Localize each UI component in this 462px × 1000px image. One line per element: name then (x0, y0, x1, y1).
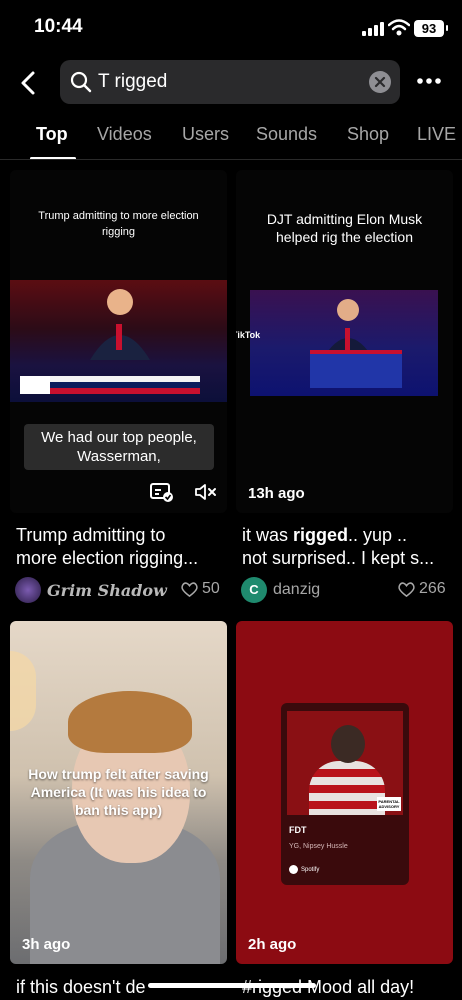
thumbnail-overlay-text: How trump felt after saving America (It … (28, 766, 209, 818)
speaker-at-podium-image (310, 299, 402, 388)
song-artists: YG, Nipsey Hussle (289, 843, 348, 850)
spotify-badge: Spotify (289, 865, 319, 874)
post-age: 13h ago (248, 485, 305, 502)
tiktok-watermark: TikTok (236, 330, 261, 340)
search-header (0, 58, 462, 108)
likes: 266 (397, 580, 446, 598)
author-name: danzig (273, 581, 321, 598)
speaker-at-podium-image (20, 289, 200, 394)
album-cover: PARENTAL ADVISORY (287, 711, 403, 815)
video-caption[interactable]: if this doesn't de (16, 976, 228, 1000)
video-thumbnail[interactable]: PARENTAL ADVISORY FDT YG, Nipsey Hussle … (236, 621, 453, 964)
thumbnail-overlay-text: DJT admitting Elon Musk helped rig the e… (266, 211, 423, 245)
avatar: C (241, 577, 267, 603)
parental-advisory-label: PARENTAL ADVISORY (377, 797, 401, 811)
author-name: Grim Shadow (47, 580, 167, 600)
rally-video-frame (250, 290, 438, 396)
status-bar: 10:44 93 (0, 0, 462, 58)
post-age: 2h ago (248, 936, 297, 953)
tab-top[interactable]: Top (36, 124, 68, 145)
tab-users[interactable]: Users (182, 124, 229, 145)
lamp-light (10, 651, 36, 731)
heart-icon (398, 581, 415, 597)
more-options-icon[interactable] (412, 68, 446, 94)
search-icon (70, 71, 92, 93)
avatar (15, 577, 41, 603)
tab-videos[interactable]: Videos (97, 124, 152, 145)
battery-indicator: 93 (414, 20, 448, 37)
thumbnail-overlay-text: Trump admitting to more election rigging (38, 210, 199, 238)
video-thumbnail[interactable]: Trump admitting to more election rigging… (10, 170, 227, 513)
author[interactable]: Grim Shadow (15, 577, 167, 603)
artist-figure (309, 761, 385, 815)
video-caption[interactable]: #rigged Mood all day! (242, 976, 454, 1000)
search-bar[interactable] (60, 60, 400, 104)
post-age: 3h ago (22, 936, 71, 953)
search-input[interactable] (98, 60, 358, 104)
subtitle-box: We had our top people, Wasserman, (24, 424, 214, 470)
mute-icon[interactable] (194, 482, 218, 502)
search-tabs: Top Videos Users Sounds Shop LIVE (0, 112, 462, 160)
video-caption[interactable]: Trump admitting to more election rigging… (16, 524, 228, 570)
video-caption[interactable]: it was rigged.. yup .. not surprised.. I… (242, 524, 454, 570)
music-card: PARENTAL ADVISORY FDT YG, Nipsey Hussle … (281, 703, 409, 885)
home-indicator[interactable] (148, 983, 316, 988)
back-arrow-icon[interactable] (14, 66, 44, 100)
tab-live[interactable]: LIVE (417, 124, 456, 145)
active-tab-indicator (30, 157, 76, 159)
spotify-icon (289, 865, 298, 874)
video-thumbnail[interactable]: How trump felt after saving America (It … (10, 621, 227, 964)
news-video-frame (10, 280, 227, 402)
heart-icon (181, 581, 198, 597)
wifi-icon (388, 19, 410, 36)
artist-head (331, 725, 365, 763)
cellular-signal-icon (362, 22, 384, 36)
status-time: 10:44 (34, 16, 83, 37)
like-count: 266 (419, 580, 446, 597)
like-count: 50 (202, 580, 220, 597)
tab-sounds[interactable]: Sounds (256, 124, 317, 145)
closed-captions-icon[interactable] (150, 482, 174, 502)
author[interactable]: C danzig (241, 577, 320, 603)
song-title: FDT (289, 825, 307, 835)
tab-shop[interactable]: Shop (347, 124, 389, 145)
hair-shape (68, 691, 192, 753)
likes: 50 (180, 580, 220, 598)
video-thumbnail[interactable]: DJT admitting Elon Musk helped rig the e… (236, 170, 453, 513)
clear-search-icon[interactable] (369, 71, 391, 93)
